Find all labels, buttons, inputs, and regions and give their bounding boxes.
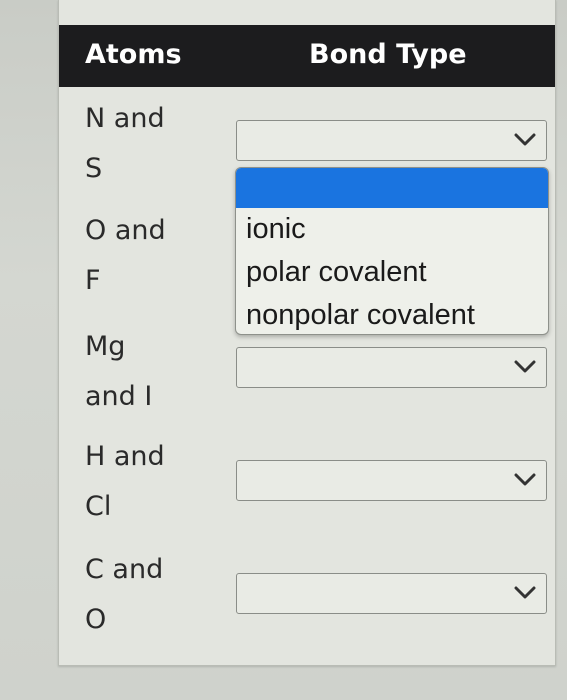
bond-type-select-row-4[interactable] — [236, 460, 547, 501]
table-header: Atoms Bond Type — [59, 25, 555, 87]
chevron-down-icon — [514, 360, 536, 373]
dropdown-option-blank[interactable] — [236, 168, 548, 208]
atoms-text-line1: Mg — [85, 331, 126, 362]
atoms-text-line1: C and — [85, 554, 164, 585]
chevron-down-icon — [514, 473, 536, 486]
atoms-cell-row-1: N and S — [85, 94, 195, 194]
bond-type-select-row-5[interactable] — [236, 573, 547, 614]
atoms-cell-row-5: C and O — [85, 545, 195, 645]
chevron-down-icon — [514, 586, 536, 599]
dropdown-option-ionic[interactable]: ionic — [236, 208, 548, 251]
bond-type-dropdown-list: ionic polar covalent nonpolar covalent — [235, 167, 549, 335]
atoms-text-line2: F — [85, 265, 101, 296]
atoms-cell-row-3: Mg and I — [85, 322, 195, 422]
atoms-text-line1: N and — [85, 103, 165, 134]
chevron-down-icon — [514, 133, 536, 146]
header-bond-type: Bond Type — [309, 39, 467, 70]
header-atoms: Atoms — [85, 39, 182, 70]
bond-type-select-row-3[interactable] — [236, 347, 547, 388]
atoms-text-line2: S — [85, 153, 103, 184]
bond-type-table: Atoms Bond Type N and S O and F Mg and I… — [58, 0, 556, 666]
dropdown-option-nonpolar-covalent[interactable]: nonpolar covalent — [236, 294, 548, 334]
atoms-text-line2: and I — [85, 381, 153, 412]
dropdown-option-polar-covalent[interactable]: polar covalent — [236, 251, 548, 294]
atoms-text-line2: Cl — [85, 491, 112, 522]
atoms-cell-row-4: H and Cl — [85, 432, 195, 532]
atoms-text-line1: O and — [85, 215, 166, 246]
atoms-text-line2: O — [85, 604, 107, 635]
bond-type-select-row-1[interactable] — [236, 120, 547, 161]
atoms-text-line1: H and — [85, 441, 165, 472]
atoms-cell-row-2: O and F — [85, 206, 195, 306]
